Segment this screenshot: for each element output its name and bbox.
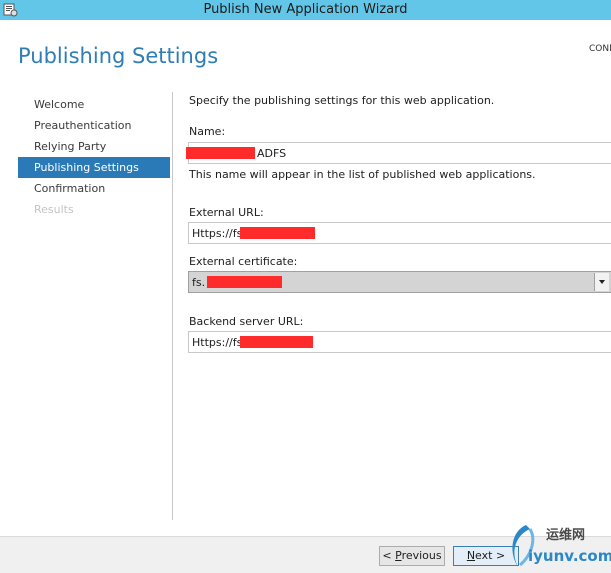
settings-panel: Specify the publishing settings for this… — [186, 0, 611, 573]
redaction-bar — [240, 336, 313, 348]
nav-step-confirmation[interactable]: Confirmation — [18, 178, 170, 199]
chevron-down-icon — [599, 280, 605, 284]
backend-url-input[interactable]: Https://fs. — [188, 331, 611, 353]
watermark-logo: 运维网 iyunv.com — [506, 521, 611, 573]
nav-step-preauthentication[interactable]: Preauthentication — [18, 115, 170, 136]
name-label: Name: — [189, 125, 226, 138]
redaction-bar — [207, 276, 282, 288]
nav-divider — [172, 92, 173, 520]
redaction-bar — [240, 227, 315, 239]
external-url-input[interactable]: Https://fs. — [188, 222, 611, 244]
dropdown-button[interactable] — [594, 273, 609, 291]
external-url-value: Https://fs. — [192, 227, 246, 240]
watermark-text-cn: 运维网 — [546, 528, 586, 543]
backend-url-value: Https://fs. — [192, 336, 246, 349]
previous-prefix: < — [382, 549, 396, 562]
nav-step-publishing-settings[interactable]: Publishing Settings — [18, 157, 170, 178]
wizard-step-nav: Welcome Preauthentication Relying Party … — [18, 94, 170, 220]
name-value-suffix: ADFS — [257, 147, 287, 160]
nav-step-relying-party[interactable]: Relying Party — [18, 136, 170, 157]
external-url-label: External URL: — [189, 206, 264, 219]
name-hint: This name will appear in the list of pub… — [189, 168, 536, 181]
backend-url-label: Backend server URL: — [189, 315, 304, 328]
nav-step-results: Results — [34, 203, 74, 216]
next-rest: ext > — [475, 549, 506, 562]
previous-button[interactable]: < Previous — [379, 546, 445, 566]
external-certificate-select[interactable]: fs. — [188, 271, 611, 293]
next-mnemonic: N — [466, 549, 476, 562]
redaction-bar — [186, 147, 255, 159]
external-certificate-label: External certificate: — [189, 255, 298, 268]
name-input[interactable]: ADFS — [186, 142, 611, 164]
panel-description: Specify the publishing settings for this… — [189, 94, 495, 107]
nav-step-welcome[interactable]: Welcome — [18, 94, 170, 115]
previous-rest: revious — [401, 549, 442, 562]
external-certificate-value: fs. — [192, 276, 206, 289]
watermark-text-en: iyunv.com — [528, 547, 611, 565]
